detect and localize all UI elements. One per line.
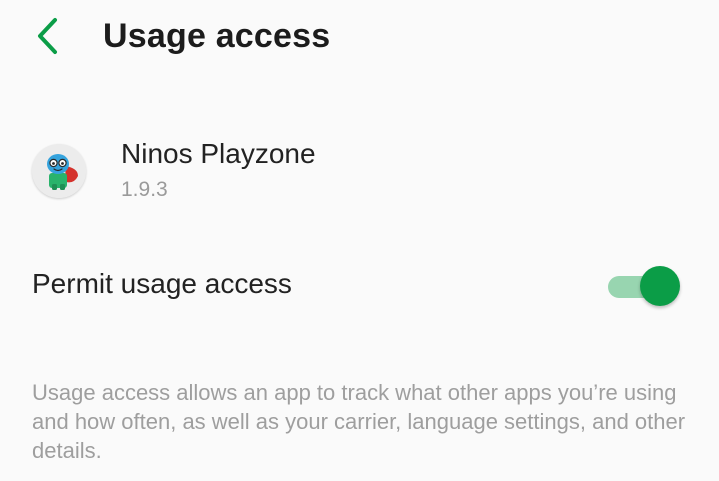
app-version: 1.9.3 bbox=[121, 178, 168, 201]
page-title: Usage access bbox=[103, 17, 331, 55]
ninos-playzone-app-icon bbox=[32, 144, 86, 198]
chevron-left-icon bbox=[33, 14, 63, 63]
toggle-thumb bbox=[640, 266, 680, 306]
app-info-row: Ninos Playzone 1.9.3 bbox=[0, 120, 719, 220]
app-name: Ninos Playzone bbox=[121, 138, 316, 169]
permit-usage-access-row[interactable]: Permit usage access bbox=[0, 250, 719, 322]
usage-access-description: Usage access allows an app to track what… bbox=[32, 380, 686, 463]
back-button[interactable] bbox=[22, 12, 74, 64]
permit-usage-access-label: Permit usage access bbox=[32, 268, 292, 299]
app-bar: Usage access bbox=[0, 0, 719, 80]
permit-usage-access-toggle[interactable] bbox=[606, 266, 682, 306]
